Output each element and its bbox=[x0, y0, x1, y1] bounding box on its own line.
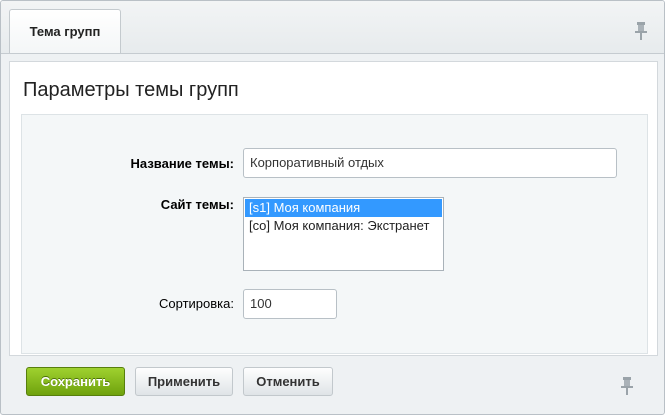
tab-label: Тема групп bbox=[29, 24, 101, 39]
topic-site-label: Сайт темы: bbox=[160, 197, 234, 212]
content-panel: Параметры темы групп Название темы: Корп… bbox=[9, 61, 658, 356]
site-option-co[interactable]: [co] Моя компания: Экстранет bbox=[245, 217, 442, 235]
sort-input[interactable]: 100 bbox=[243, 289, 337, 319]
save-button[interactable]: Сохранить bbox=[26, 367, 125, 396]
site-option-s1[interactable]: [s1] Моя компания bbox=[245, 199, 442, 217]
cancel-button[interactable]: Отменить bbox=[243, 367, 333, 396]
sort-label: Сортировка: bbox=[159, 296, 234, 311]
tab-bar: Тема групп bbox=[1, 1, 664, 54]
topic-site-listbox[interactable]: [s1] Моя компания [co] Моя компания: Экс… bbox=[243, 197, 444, 271]
page-title: Параметры темы групп bbox=[23, 79, 239, 101]
settings-window: Тема групп Параметры темы групп Название… bbox=[0, 0, 665, 415]
topic-name-label: Название темы: bbox=[130, 156, 234, 171]
topic-name-input[interactable]: Корпоративный отдых bbox=[243, 148, 617, 178]
apply-button[interactable]: Применить bbox=[135, 367, 233, 396]
form-area: Название темы: Корпоративный отдых Сайт … bbox=[21, 114, 648, 354]
pin-icon[interactable] bbox=[620, 376, 634, 396]
tab-topic-groups[interactable]: Тема групп bbox=[9, 9, 121, 53]
pin-icon[interactable] bbox=[634, 21, 648, 41]
